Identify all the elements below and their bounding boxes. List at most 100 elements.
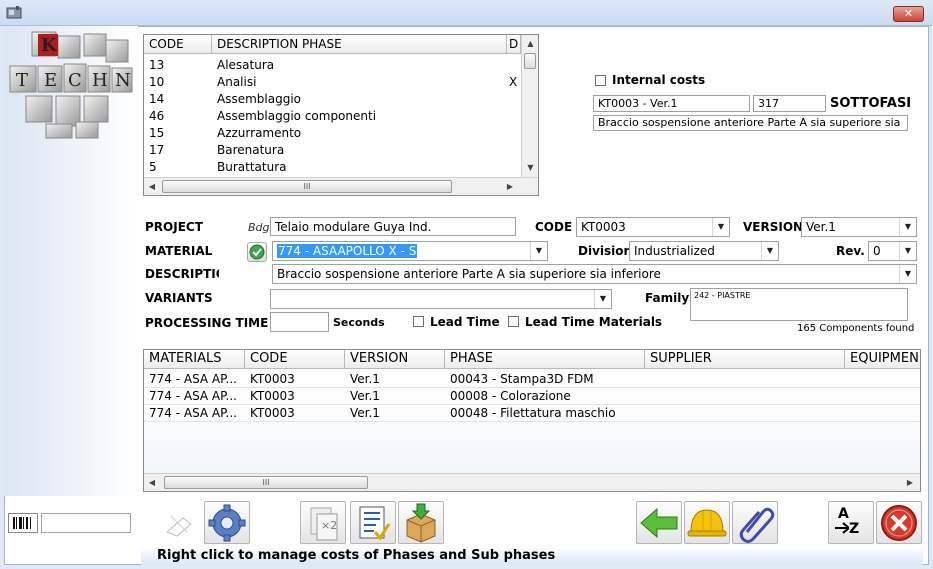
division-label: Division bbox=[578, 244, 633, 258]
version-select[interactable]: Ver.1 ▼ bbox=[801, 217, 917, 237]
phases-grid: CODE DESCRIPTION PHASE D 13 Alesatura 10… bbox=[143, 34, 539, 196]
settings-button[interactable] bbox=[204, 501, 250, 544]
description-select-value: Braccio sospensione anteriore Parte A si… bbox=[277, 267, 661, 281]
phase-description: Analisi bbox=[217, 75, 257, 89]
column-header-code[interactable]: CODE bbox=[144, 35, 212, 54]
chevron-down-icon[interactable]: ▼ bbox=[761, 242, 778, 260]
column-header-supplier[interactable]: SUPPLIER bbox=[645, 350, 845, 369]
sottofasi-description-field[interactable]: Braccio sospensione anteriore Parte A si… bbox=[593, 115, 908, 131]
column-header-materials[interactable]: MATERIALS bbox=[144, 350, 245, 369]
table-row[interactable]: 5 Burattatura bbox=[144, 159, 521, 176]
scroll-right-icon[interactable]: ▶ bbox=[904, 476, 916, 490]
family-field[interactable]: 242 - PIASTRE bbox=[690, 288, 908, 321]
table-row[interactable]: 14 Assemblaggio bbox=[144, 91, 521, 108]
scroll-down-icon[interactable]: ▼ bbox=[522, 161, 538, 175]
barcode-icon[interactable] bbox=[8, 513, 38, 533]
materials-horizontal-scrollbar[interactable]: ◀ III ▶ bbox=[144, 473, 920, 491]
chevron-down-icon[interactable]: ▼ bbox=[899, 242, 916, 260]
phases-vertical-scrollbar[interactable]: ▲ ▼ bbox=[521, 35, 538, 177]
back-button[interactable] bbox=[636, 501, 682, 544]
lead-time-checkbox[interactable] bbox=[413, 316, 424, 327]
scroll-left-icon[interactable]: ◀ bbox=[146, 476, 158, 490]
scroll-thumb[interactable]: III bbox=[164, 476, 368, 489]
version-select-value: Ver.1 bbox=[806, 220, 836, 234]
phase-description: Azzurramento bbox=[217, 126, 302, 140]
duplicate-button[interactable]: ×2 bbox=[300, 501, 346, 544]
phase-cell: 00048 - Filettatura maschio bbox=[450, 406, 616, 420]
column-header-version[interactable]: VERSION bbox=[345, 350, 445, 369]
equipment-cell bbox=[845, 405, 920, 422]
machine-icon[interactable] bbox=[6, 5, 22, 21]
phase-description: Alesatura bbox=[217, 58, 275, 72]
logo-letter: T bbox=[16, 70, 29, 91]
description-select[interactable]: Braccio sospensione anteriore Parte A si… bbox=[272, 264, 917, 284]
drafting-icon bbox=[166, 515, 192, 537]
table-row[interactable]: 17 Barenatura bbox=[144, 142, 521, 159]
description-label: DESCRIPTION bbox=[145, 267, 219, 281]
chevron-down-icon[interactable]: ▼ bbox=[712, 218, 729, 236]
column-header-code[interactable]: CODE bbox=[245, 350, 345, 369]
work-safety-button[interactable] bbox=[684, 501, 730, 544]
sottofasi-number-field[interactable]: 317 bbox=[753, 95, 826, 112]
checklist-button[interactable] bbox=[350, 501, 396, 544]
table-row[interactable]: 46 Assemblaggio componenti bbox=[144, 108, 521, 125]
material-select-value: 774 - ASAAPOLLO X - S bbox=[277, 244, 418, 258]
scroll-left-icon[interactable]: ◀ bbox=[146, 180, 158, 194]
close-button[interactable]: ✕ bbox=[893, 6, 924, 22]
column-header-d[interactable]: D bbox=[507, 35, 521, 54]
phase-code: 14 bbox=[149, 92, 165, 106]
chevron-down-icon[interactable]: ▼ bbox=[899, 218, 916, 236]
table-row[interactable]: 774 - ASA AP... KT0003 Ver.1 00008 - Col… bbox=[144, 388, 920, 405]
code-select[interactable]: KT0003 ▼ bbox=[576, 217, 730, 237]
sort-button[interactable]: A Z bbox=[828, 501, 874, 544]
column-header-equipment[interactable]: EQUIPMEN bbox=[845, 350, 920, 369]
sottofasi-code-field[interactable]: KT0003 - Ver.1 bbox=[593, 95, 750, 112]
phase-d bbox=[507, 57, 521, 74]
checklist-icon bbox=[359, 506, 391, 541]
chevron-down-icon[interactable]: ▼ bbox=[899, 265, 916, 283]
variants-select[interactable]: ▼ bbox=[270, 289, 612, 309]
status-bar: Right click to manage costs of Phases an… bbox=[141, 547, 923, 565]
gear-icon bbox=[208, 504, 246, 542]
attachment-button[interactable] bbox=[732, 501, 778, 544]
chevron-down-icon[interactable]: ▼ bbox=[594, 290, 611, 308]
chevron-down-icon[interactable]: ▼ bbox=[530, 242, 547, 260]
logo-letter: E bbox=[44, 70, 58, 91]
table-row[interactable]: 774 - ASA AP... KT0003 Ver.1 00043 - Sta… bbox=[144, 371, 920, 388]
phase-cell: 00008 - Colorazione bbox=[450, 389, 571, 403]
exit-button[interactable] bbox=[876, 501, 922, 544]
scroll-thumb[interactable] bbox=[524, 53, 536, 69]
processing-time-field[interactable] bbox=[270, 312, 329, 332]
processing-time-label: PROCESSING TIME bbox=[145, 316, 269, 330]
phase-d: X bbox=[509, 75, 518, 89]
table-row[interactable]: 15 Azzurramento bbox=[144, 125, 521, 142]
materials-grid: MATERIALS CODE VERSION PHASE SUPPLIER EQ… bbox=[143, 349, 921, 492]
table-row[interactable]: 774 - ASA AP... KT0003 Ver.1 00048 - Fil… bbox=[144, 405, 920, 422]
division-select[interactable]: Industrialized ▼ bbox=[629, 241, 779, 261]
check-ok-icon[interactable] bbox=[247, 242, 267, 262]
column-header-description-phase[interactable]: DESCRIPTION PHASE bbox=[212, 35, 507, 54]
scroll-thumb[interactable]: III bbox=[162, 180, 452, 193]
rev-select[interactable]: 0 ▼ bbox=[868, 241, 917, 261]
scroll-up-icon[interactable]: ▲ bbox=[522, 37, 538, 51]
phase-code: 15 bbox=[149, 126, 165, 140]
material-select[interactable]: 774 - ASAAPOLLO X - S ▼ bbox=[272, 241, 548, 261]
import-button[interactable] bbox=[398, 501, 444, 544]
scroll-right-icon[interactable]: ▶ bbox=[504, 180, 516, 194]
table-row[interactable]: 10 Analisi X bbox=[144, 74, 521, 91]
table-row[interactable]: 13 Alesatura bbox=[144, 57, 521, 74]
phase-code: 5 bbox=[149, 160, 157, 174]
project-label: PROJECT bbox=[145, 220, 203, 234]
project-field[interactable]: Telaio modulare Guya Ind. bbox=[270, 217, 516, 236]
phases-horizontal-scrollbar[interactable]: ◀ III ▶ bbox=[144, 177, 538, 195]
phase-description: Barenatura bbox=[217, 143, 285, 157]
lead-time-materials-checkbox[interactable] bbox=[508, 316, 519, 327]
barcode-field[interactable] bbox=[41, 513, 131, 533]
seconds-label: Seconds bbox=[333, 316, 385, 329]
column-header-phase[interactable]: PHASE bbox=[445, 350, 645, 369]
supplier-cell bbox=[645, 388, 845, 405]
internal-costs-checkbox[interactable] bbox=[595, 75, 606, 86]
disabled-tool-button[interactable] bbox=[157, 502, 201, 544]
phase-code: 10 bbox=[149, 75, 165, 89]
logo-letter: H bbox=[92, 70, 108, 91]
